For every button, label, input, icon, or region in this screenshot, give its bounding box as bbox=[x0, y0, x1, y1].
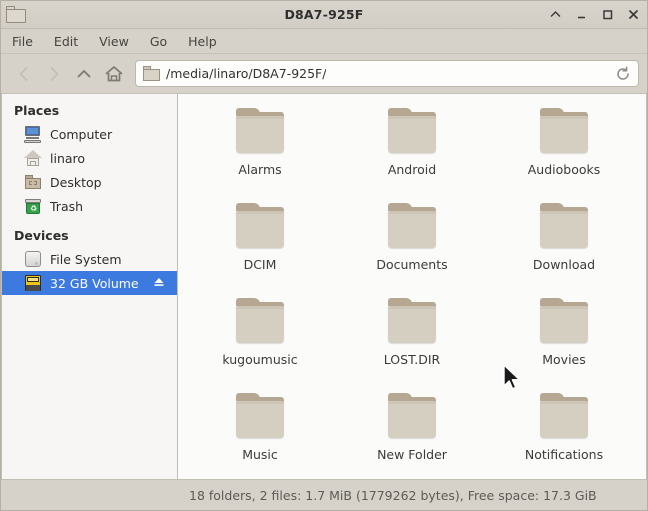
status-text: 18 folders, 2 files: 1.7 MiB (1779262 by… bbox=[189, 487, 597, 503]
sidebar-item-label: Trash bbox=[50, 198, 84, 214]
main-body: Places Computer linaro Desktop ♻ Trash D… bbox=[1, 93, 647, 480]
sidebar-item-label: Desktop bbox=[50, 174, 102, 190]
sidebar-item-linaro[interactable]: linaro bbox=[2, 146, 177, 170]
file-label: Audiobooks bbox=[527, 162, 601, 177]
folder-icon bbox=[233, 298, 287, 346]
file-item[interactable]: Notifications bbox=[488, 387, 640, 479]
sidebar: Places Computer linaro Desktop ♻ Trash D… bbox=[1, 93, 177, 480]
home-button[interactable] bbox=[99, 59, 129, 89]
sidebar-header-devices: Devices bbox=[14, 228, 69, 243]
file-label: New Folder bbox=[377, 447, 447, 462]
sidebar-item-label: linaro bbox=[50, 150, 86, 166]
close-button[interactable] bbox=[627, 8, 640, 21]
minimize-button[interactable] bbox=[575, 8, 588, 21]
sidebar-item-label: File System bbox=[50, 251, 122, 267]
navigation-toolbar: /media/linaro/D8A7-925F/ bbox=[1, 54, 647, 93]
menu-item-help[interactable]: Help bbox=[187, 32, 218, 51]
folder-icon bbox=[233, 203, 287, 251]
eject-icon[interactable] bbox=[153, 276, 165, 291]
path-bar[interactable]: /media/linaro/D8A7-925F/ bbox=[135, 60, 639, 87]
folder-icon bbox=[233, 393, 287, 441]
folder-icon bbox=[385, 203, 439, 251]
up-button[interactable] bbox=[69, 59, 99, 89]
folder-icon bbox=[537, 203, 591, 251]
folder-icon bbox=[537, 108, 591, 156]
file-item[interactable]: kugoumusic bbox=[184, 292, 336, 387]
sidebar-item-computer[interactable]: Computer bbox=[2, 122, 177, 146]
sidebar-item-label: Computer bbox=[50, 126, 113, 142]
forward-button[interactable] bbox=[39, 59, 69, 89]
path-folder-icon bbox=[143, 66, 160, 81]
folder-icon bbox=[537, 393, 591, 441]
folder-icon bbox=[385, 393, 439, 441]
flashcard-icon bbox=[24, 274, 42, 292]
file-label: Documents bbox=[376, 257, 448, 272]
file-label: Music bbox=[242, 447, 278, 462]
file-item[interactable]: LOST.DIR bbox=[336, 292, 488, 387]
file-item[interactable]: Music bbox=[184, 387, 336, 479]
file-item[interactable]: Alarms bbox=[184, 102, 336, 197]
harddisk-icon bbox=[24, 250, 42, 268]
menu-item-file[interactable]: File bbox=[11, 32, 34, 51]
status-bar: 18 folders, 2 files: 1.7 MiB (1779262 by… bbox=[1, 480, 647, 510]
folder-icon bbox=[385, 298, 439, 346]
path-text: /media/linaro/D8A7-925F/ bbox=[166, 66, 327, 81]
trash-icon: ♻ bbox=[24, 197, 42, 215]
file-item[interactable]: New Folder bbox=[336, 387, 488, 479]
file-manager-window: D8A7-925F File Edit View Go Help /media/… bbox=[0, 0, 648, 511]
file-grid: Alarms Android Audiobooks DCIM Documents… bbox=[178, 94, 646, 479]
file-item[interactable]: Movies bbox=[488, 292, 640, 387]
menu-item-edit[interactable]: Edit bbox=[53, 32, 79, 51]
file-list-view[interactable]: Alarms Android Audiobooks DCIM Documents… bbox=[177, 93, 647, 480]
sidebar-item-file-system[interactable]: File System bbox=[2, 247, 177, 271]
window-controls bbox=[549, 8, 640, 21]
folder-icon bbox=[24, 173, 42, 191]
sidebar-item-32-gb-volume[interactable]: 32 GB Volume bbox=[2, 271, 177, 295]
file-label: DCIM bbox=[243, 257, 277, 272]
file-item[interactable]: Download bbox=[488, 197, 640, 292]
file-item[interactable]: Documents bbox=[336, 197, 488, 292]
menu-item-view[interactable]: View bbox=[98, 32, 130, 51]
file-label: Download bbox=[532, 257, 596, 272]
folder-icon bbox=[233, 108, 287, 156]
computer-icon bbox=[24, 125, 42, 143]
menu-bar: File Edit View Go Help bbox=[1, 29, 647, 54]
file-label: Movies bbox=[542, 352, 586, 367]
sidebar-item-trash[interactable]: ♻ Trash bbox=[2, 194, 177, 218]
title-bar: D8A7-925F bbox=[1, 1, 647, 29]
folder-icon bbox=[537, 298, 591, 346]
file-item[interactable]: Android bbox=[336, 102, 488, 197]
menu-item-go[interactable]: Go bbox=[149, 32, 168, 51]
file-label: LOST.DIR bbox=[383, 352, 441, 367]
sidebar-item-label: 32 GB Volume bbox=[50, 275, 139, 291]
file-label: kugoumusic bbox=[222, 352, 298, 367]
reload-button[interactable] bbox=[612, 63, 634, 85]
sidebar-item-desktop[interactable]: Desktop bbox=[2, 170, 177, 194]
shade-button[interactable] bbox=[549, 8, 562, 21]
home-icon bbox=[24, 149, 42, 167]
sidebar-header-places: Places bbox=[14, 103, 60, 118]
back-button[interactable] bbox=[9, 59, 39, 89]
file-label: Notifications bbox=[524, 447, 604, 462]
file-item[interactable]: Audiobooks bbox=[488, 102, 640, 197]
window-folder-icon bbox=[6, 5, 28, 24]
maximize-button[interactable] bbox=[601, 8, 614, 21]
file-label: Android bbox=[387, 162, 437, 177]
file-item[interactable]: DCIM bbox=[184, 197, 336, 292]
folder-icon bbox=[385, 108, 439, 156]
file-label: Alarms bbox=[238, 162, 282, 177]
